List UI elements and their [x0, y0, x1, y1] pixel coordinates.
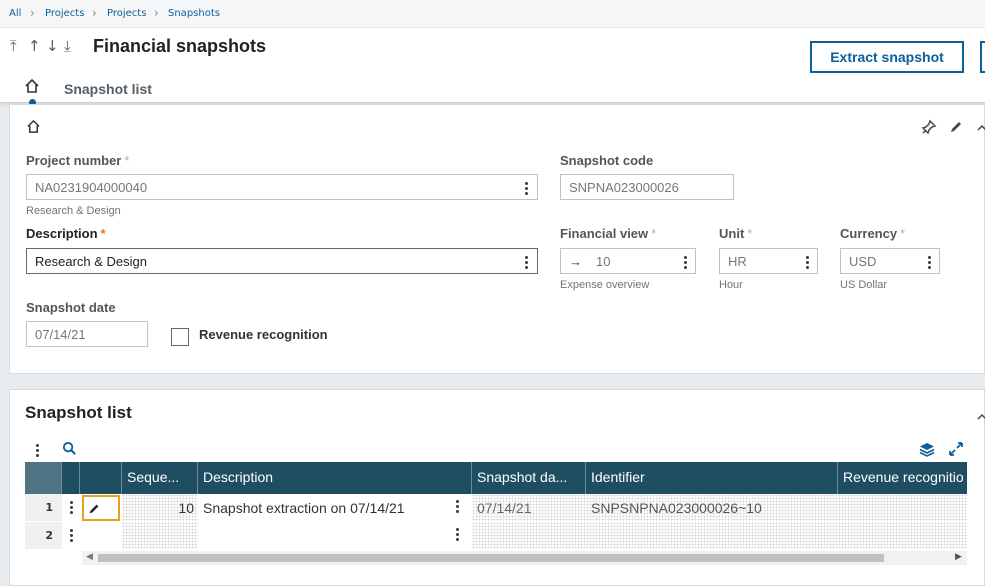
row-menu-icon[interactable]	[70, 529, 73, 544]
breadcrumb-snapshots[interactable]: Snapshots	[168, 8, 220, 19]
previous-record-icon[interactable]: ↑	[28, 37, 41, 55]
next-record-icon[interactable]: ↓	[46, 37, 59, 55]
cell-revenue-recognition[interactable]	[838, 522, 967, 549]
cell-description[interactable]: Snapshot extraction on 07/14/21	[198, 494, 472, 521]
row-number: 2	[25, 522, 62, 549]
chevron-right-icon: ›	[154, 6, 159, 20]
cell-identifier[interactable]: SNPSNPNA023000026~10	[586, 494, 838, 521]
cell-sequence[interactable]	[122, 522, 198, 549]
row-edit-cell[interactable]	[82, 495, 120, 521]
row-edit-header	[80, 462, 122, 494]
kebab-icon[interactable]	[806, 256, 809, 271]
kebab-icon[interactable]	[525, 182, 528, 197]
table-row[interactable]: 1 10 Snapshot extraction on 07/14/21 07/…	[25, 494, 967, 521]
financial-view-field[interactable]: → 10	[560, 248, 696, 274]
snapshot-date-field[interactable]: 07/14/21	[26, 321, 148, 347]
table-menu-icon[interactable]	[36, 444, 39, 459]
collapse-icon[interactable]	[976, 408, 985, 427]
financial-view-label: Financial view *	[560, 226, 657, 241]
extract-snapshot-button[interactable]: Extract snapshot	[810, 41, 964, 73]
snapshot-form-card: Project number * NA0231904000040 Research…	[9, 104, 985, 374]
currency-field[interactable]: USD	[840, 248, 940, 274]
kebab-icon[interactable]	[684, 256, 687, 271]
snapshot-code-label: Snapshot code	[560, 153, 654, 168]
column-identifier[interactable]: Identifier	[586, 462, 838, 494]
column-sequence[interactable]: Seque...	[122, 462, 198, 494]
cell-snapshot-date[interactable]	[472, 522, 586, 549]
kebab-icon[interactable]	[928, 256, 931, 271]
row-number-header	[25, 462, 62, 494]
column-snapshot-date[interactable]: Snapshot da...	[472, 462, 586, 494]
row-actions-header	[62, 462, 80, 494]
snapshot-date-label: Snapshot date	[26, 300, 116, 315]
row-edit-cell[interactable]	[80, 522, 122, 549]
pencil-icon[interactable]	[87, 501, 101, 520]
table-row[interactable]: 2	[25, 522, 967, 549]
horizontal-scrollbar[interactable]: ◀ ▶	[82, 551, 967, 565]
last-record-icon[interactable]: ⤓	[64, 37, 71, 55]
project-number-field[interactable]: NA0231904000040	[26, 174, 538, 200]
unit-field[interactable]: HR	[719, 248, 818, 274]
revenue-recognition-checkbox[interactable]	[171, 328, 189, 346]
home-tab-icon[interactable]	[24, 78, 40, 98]
scrollbar-thumb[interactable]	[98, 554, 884, 562]
cell-revenue-recognition[interactable]	[838, 494, 967, 521]
revenue-recognition-label: Revenue recognition	[199, 327, 328, 342]
chevron-right-icon: ›	[30, 6, 35, 20]
row-menu-icon[interactable]	[70, 501, 73, 516]
cell-description[interactable]	[198, 522, 472, 549]
unit-helper: Hour	[719, 279, 743, 291]
collapse-icon[interactable]	[976, 119, 985, 138]
arrow-right-icon[interactable]: →	[569, 254, 582, 269]
page-header: ⤒ ↑ ↓ ⤓ Financial snapshots Extract snap…	[0, 28, 985, 106]
project-number-label: Project number *	[26, 153, 130, 168]
scroll-left-icon[interactable]: ◀	[86, 552, 93, 562]
unit-label: Unit *	[719, 226, 753, 241]
page-title: Financial snapshots	[93, 36, 267, 56]
more-actions-button[interactable]	[980, 41, 985, 73]
search-icon[interactable]	[62, 441, 77, 460]
financial-view-helper: Expense overview	[560, 279, 650, 291]
column-description[interactable]: Description	[198, 462, 472, 494]
row-number: 1	[25, 494, 62, 521]
tab-snapshot-list[interactable]: Snapshot list	[64, 81, 152, 97]
description-label: Description *	[26, 226, 106, 241]
expand-icon[interactable]	[948, 441, 964, 461]
chevron-right-icon: ›	[92, 6, 97, 20]
breadcrumb-projects[interactable]: Projects	[45, 8, 84, 19]
edit-icon[interactable]	[948, 119, 964, 139]
breadcrumb: All › Projects › Projects › Snapshots	[0, 0, 985, 28]
table-header: Seque... Description Snapshot da... Iden…	[25, 462, 967, 494]
cell-snapshot-date[interactable]: 07/14/21	[472, 494, 586, 521]
currency-label: Currency *	[840, 226, 906, 241]
project-number-helper: Research & Design	[26, 205, 121, 217]
home-icon[interactable]	[26, 119, 41, 138]
description-field[interactable]: Research & Design	[26, 248, 538, 274]
breadcrumb-projects-2[interactable]: Projects	[107, 8, 146, 19]
first-record-icon[interactable]: ⤒	[10, 37, 17, 55]
cell-identifier[interactable]	[586, 522, 838, 549]
currency-helper: US Dollar	[840, 279, 888, 291]
pin-icon[interactable]	[921, 119, 937, 139]
layers-icon[interactable]	[919, 441, 935, 461]
kebab-icon[interactable]	[456, 500, 459, 515]
snapshot-code-field[interactable]: SNPNA023000026	[560, 174, 734, 200]
kebab-icon[interactable]	[456, 528, 459, 543]
cell-sequence[interactable]: 10	[122, 494, 198, 521]
column-revenue-recognition[interactable]: Revenue recognitio	[838, 462, 967, 494]
scroll-right-icon[interactable]: ▶	[955, 552, 962, 562]
snapshot-list-title: Snapshot list	[25, 403, 132, 422]
kebab-icon[interactable]	[525, 256, 528, 271]
breadcrumb-all[interactable]: All	[9, 8, 21, 19]
